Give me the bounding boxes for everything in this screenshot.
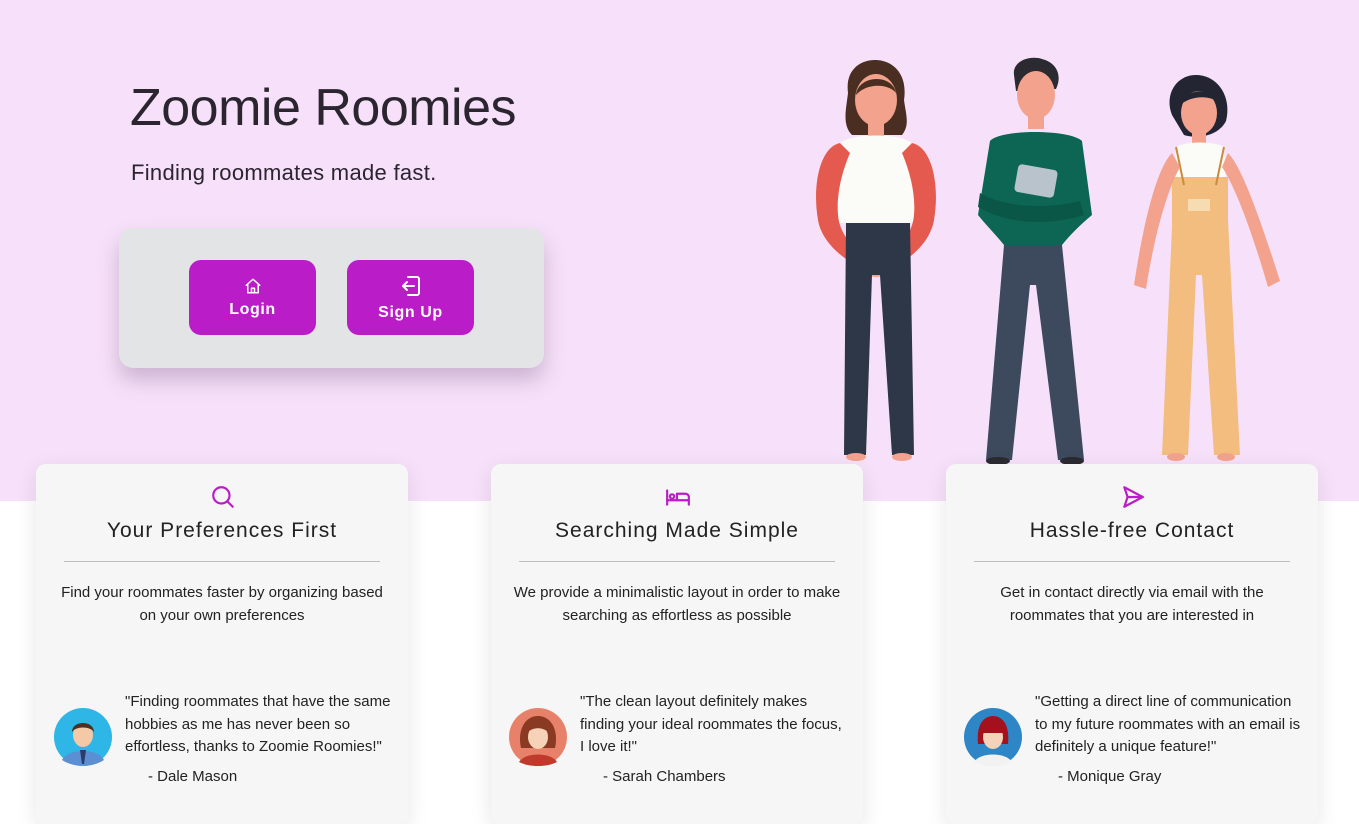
feature-card-preferences: Your Preferences First Find your roommat… xyxy=(36,464,408,824)
woman-curly-hair-avatar xyxy=(509,708,567,766)
man-figure-center xyxy=(978,57,1092,465)
divider xyxy=(974,561,1290,562)
man-avatar xyxy=(54,708,112,766)
hero-section: Zoomie Roomies Finding roommates made fa… xyxy=(0,0,1359,501)
tagline: Finding roommates made fast. xyxy=(131,160,437,185)
woman-figure-left xyxy=(816,60,936,461)
card-title: Hassle-free Contact xyxy=(1029,519,1235,542)
home-icon xyxy=(245,278,260,293)
sign-up-button[interactable]: Sign Up xyxy=(347,260,474,335)
testimonial-author: - Dale Mason xyxy=(148,768,238,785)
card-title: Searching Made Simple xyxy=(555,519,799,542)
testimonial-author: - Monique Gray xyxy=(1058,768,1162,785)
feature-card-searching: Searching Made Simple We provide a minim… xyxy=(491,464,863,824)
card-description: We provide a minimalistic layout in orde… xyxy=(513,584,841,624)
search-icon xyxy=(212,486,234,508)
testimonial-author: - Sarah Chambers xyxy=(603,768,726,785)
send-icon xyxy=(1123,486,1144,508)
testimonial-quote: "The clean layout definitely makes findi… xyxy=(580,693,842,755)
divider xyxy=(64,561,380,562)
sign-up-button-label: Sign Up xyxy=(378,303,443,321)
divider xyxy=(519,561,835,562)
testimonial-quote: "Finding roommates that have the same ho… xyxy=(125,693,391,755)
woman-figure-right xyxy=(1134,75,1280,461)
auth-panel: Login Sign Up xyxy=(119,228,544,368)
login-button-label: Login xyxy=(229,300,276,318)
roommates-illustration xyxy=(816,57,1280,465)
card-title: Your Preferences First xyxy=(106,519,338,542)
login-button[interactable]: Login xyxy=(189,260,316,335)
app-title: Zoomie Roomies xyxy=(130,79,517,137)
woman-red-hair-avatar xyxy=(964,708,1022,766)
feature-card-contact: Hassle-free Contact Get in contact direc… xyxy=(946,464,1318,824)
testimonial-quote: "Getting a direct line of communication … xyxy=(1035,693,1301,755)
sign-in-icon xyxy=(401,275,420,296)
card-description: Get in contact directly via email with t… xyxy=(1000,584,1264,624)
bed-icon xyxy=(666,489,690,506)
card-description: Find your roommates faster by organizing… xyxy=(61,584,383,624)
